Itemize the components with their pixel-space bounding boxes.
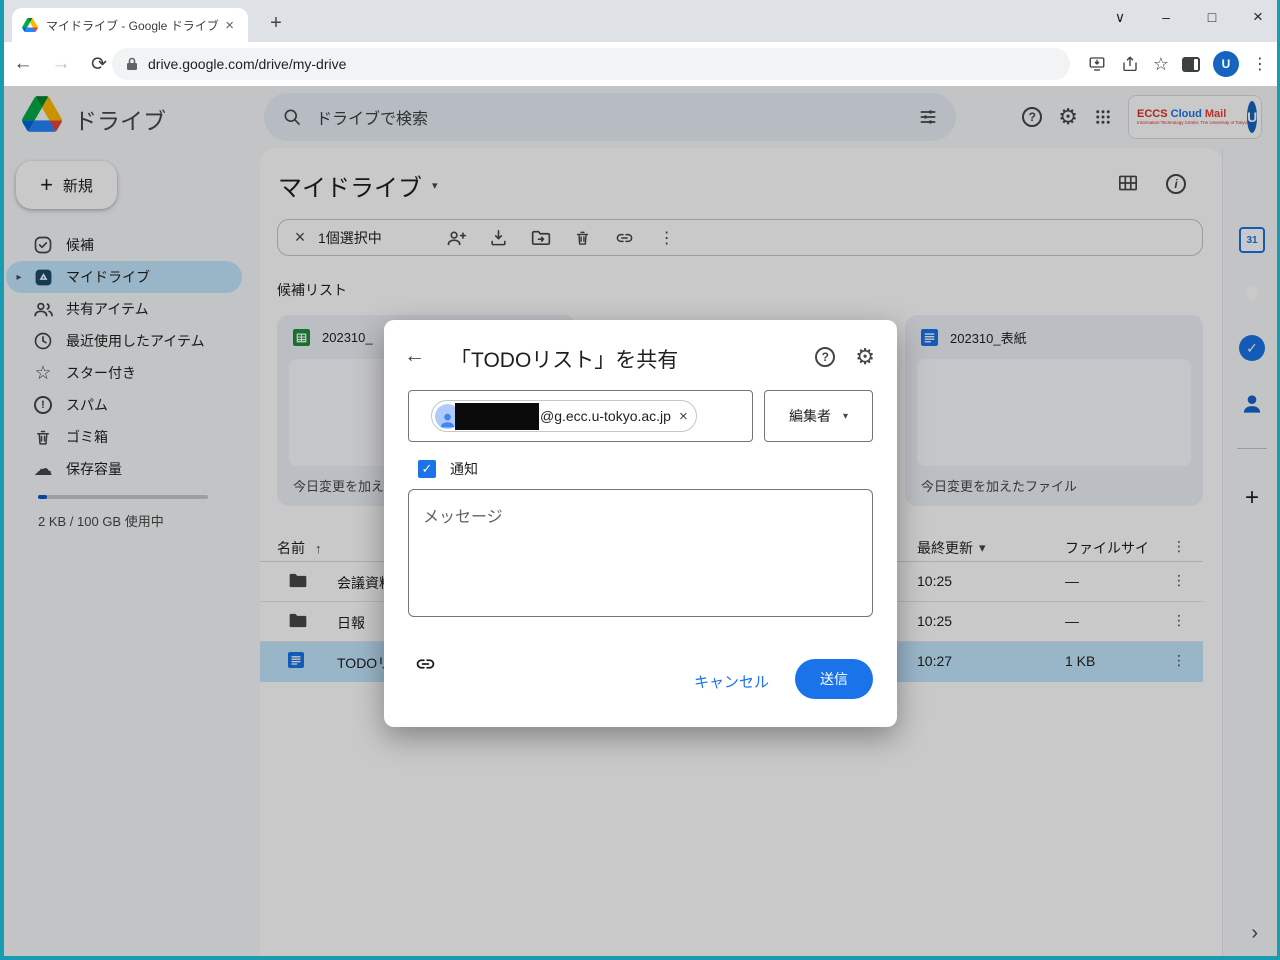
drive-page: ドライブ ドライブで検索 ? ⚙ ECCS Cloud Mail: [0, 86, 1280, 956]
browser-window: マイドライブ - Google ドライブ × + ∨ – □ × ← → ⟳ d…: [0, 0, 1280, 960]
url-text: drive.google.com/drive/my-drive: [148, 56, 346, 72]
tab-strip: マイドライブ - Google ドライブ × + ∨ – □ ×: [0, 0, 1280, 42]
bookmark-star-icon[interactable]: ☆: [1153, 54, 1169, 75]
address-bar[interactable]: drive.google.com/drive/my-drive: [112, 48, 1070, 80]
new-tab-button[interactable]: +: [262, 10, 290, 38]
role-dropdown-icon: ▾: [843, 411, 848, 422]
reload-icon[interactable]: ⟳: [84, 53, 114, 76]
remove-recipient-icon[interactable]: ×: [679, 408, 688, 425]
dialog-settings-icon[interactable]: ⚙: [855, 346, 875, 368]
recipient-chip[interactable]: @g.ecc.u-tokyo.ac.jp ×: [431, 400, 697, 432]
share-icon[interactable]: [1120, 55, 1140, 73]
recipient-email-domain: @g.ecc.u-tokyo.ac.jp: [540, 408, 671, 424]
back-icon[interactable]: ←: [8, 53, 38, 75]
browser-tab[interactable]: マイドライブ - Google ドライブ ×: [12, 8, 248, 42]
drive-favicon: [22, 18, 38, 32]
dialog-back-icon[interactable]: ←: [404, 344, 425, 368]
notify-checkbox[interactable]: ✓: [418, 460, 436, 478]
lock-icon: [126, 57, 138, 71]
dialog-title: 「TODOリスト」を共有: [450, 344, 678, 374]
close-window-button[interactable]: ×: [1244, 7, 1272, 27]
dialog-help-icon[interactable]: ?: [815, 347, 835, 367]
send-button[interactable]: 送信: [795, 659, 873, 699]
message-textarea[interactable]: [408, 489, 873, 617]
forward-icon[interactable]: →: [46, 53, 76, 75]
share-dialog: ← 「TODOリスト」を共有 ? ⚙ @g.ecc.u-tokyo.ac.jp …: [384, 320, 897, 727]
browser-menu-icon[interactable]: ⋮: [1252, 54, 1268, 74]
install-icon[interactable]: [1087, 55, 1107, 73]
browser-profile-avatar[interactable]: U: [1213, 51, 1239, 77]
minimize-button[interactable]: –: [1152, 9, 1180, 25]
tab-title: マイドライブ - Google ドライブ: [46, 17, 221, 34]
window-controls: ∨ – □ ×: [1106, 0, 1272, 34]
redacted-username: [455, 403, 539, 430]
tab-close-icon[interactable]: ×: [221, 17, 238, 34]
browser-actions: ☆ U ⋮: [1087, 42, 1268, 86]
tab-search-icon[interactable]: ∨: [1106, 9, 1134, 26]
notify-label: 通知: [450, 459, 478, 479]
maximize-button[interactable]: □: [1198, 9, 1226, 25]
role-select[interactable]: 編集者 ▾: [764, 390, 873, 442]
side-panel-icon[interactable]: [1182, 57, 1200, 72]
recipient-input[interactable]: @g.ecc.u-tokyo.ac.jp ×: [408, 390, 753, 442]
copy-link-icon[interactable]: [414, 654, 437, 674]
browser-toolbar: ← → ⟳ drive.google.com/drive/my-drive ☆ …: [0, 42, 1280, 86]
cancel-button[interactable]: キャンセル: [694, 671, 769, 692]
